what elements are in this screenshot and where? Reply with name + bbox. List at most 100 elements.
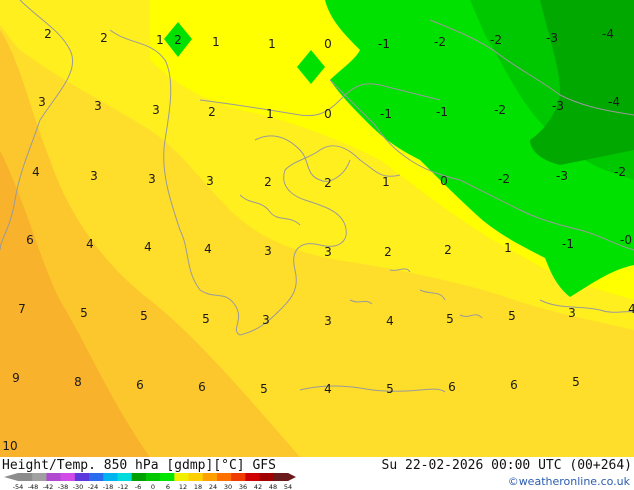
legend-swatch [160,473,175,481]
temp-value-label: 3 [206,174,214,188]
temp-value-label: 3 [324,245,332,259]
temp-value-label: -3 [552,99,564,113]
legend-swatch [18,473,33,481]
temp-value-label: 4 [204,242,212,256]
temp-value-label: -4 [608,95,620,109]
legend-tick-label: 0 [151,483,155,490]
temp-value-label: 3 [324,314,332,328]
legend-tick-label: 54 [284,483,292,490]
temp-value-label: -1 [380,107,392,121]
legend-tick-label: 6 [166,483,170,490]
temp-value-label: 0 [440,174,448,188]
legend-swatch [245,473,261,481]
temp-value-label: 6 [26,233,34,247]
temp-value-label: 5 [202,312,210,326]
temp-value-label: 2 [384,245,392,259]
temp-value-label: 1 [212,35,220,49]
temp-value-label: -4 [602,27,614,41]
credit-link[interactable]: ©weatheronline.co.uk [508,475,630,488]
temp-value-label: -2 [434,35,446,49]
legend-tick-label: 12 [179,483,187,490]
temp-value-label: 4 [144,240,152,254]
temp-value-label: 5 [140,309,148,323]
temp-value-label: 2 [444,243,452,257]
legend-swatch [89,473,104,481]
temp-value-label: 5 [80,306,88,320]
temp-value-label: 8 [74,375,82,389]
temp-value-label: 2 [174,33,182,47]
temp-value-label: -0 [620,233,632,247]
legend-tick-label: -24 [88,483,99,490]
legend-swatch [117,473,133,481]
temp-value-label: 5 [508,309,516,323]
legend-tick-label: 42 [254,483,262,490]
temp-value-label: -2 [614,165,626,179]
legend-swatch [188,473,204,481]
footer-bar: Height/Temp. 850 hPa [gdmp][°C] GFS Su 2… [0,457,634,490]
temp-value-label: 2 [208,105,216,119]
legend-swatch [32,473,47,481]
temp-value-label: 0 [324,37,332,51]
temp-value-label: 0 [324,107,332,121]
temp-value-label: -1 [562,237,574,251]
legend-tick-label: -12 [118,483,129,490]
legend-swatch [46,473,62,481]
temp-value-label: 1 [382,175,390,189]
temp-value-label: 3 [262,313,270,327]
map-datetime: Su 22-02-2026 00:00 UTC (00+264) [381,458,632,473]
temp-value-label: 9 [12,371,20,385]
temp-value-label: 5 [386,382,394,396]
legend-tick-labels: -54 -48 -42 -38 -30 -24 -18 -12 -6 0 6 12 18 24 30 36 42… [13,483,292,490]
temp-value-label: 4 [86,237,94,251]
temp-value-label: 6 [198,380,206,394]
temp-value-label: -3 [556,169,568,183]
temp-value-label: 2 [264,175,272,189]
temp-value-label: 3 [38,95,46,109]
legend-tick-label: 30 [224,483,232,490]
temp-value-label: 10 [2,439,17,453]
temp-value-label: -1 [436,105,448,119]
temp-value-label: 3 [568,306,576,320]
legend-colorbar [4,473,296,481]
temp-value-label: 4 [386,314,394,328]
legend-swatch [103,473,118,481]
temp-value-label: 3 [152,103,160,117]
legend-swatch [216,473,232,481]
legend-swatch [131,473,147,481]
legend-tick-label: 48 [269,483,277,490]
temp-value-label: 4 [32,165,40,179]
legend-tick-label: 24 [209,483,217,490]
legend-swatch [273,473,289,481]
temp-value-label: 3 [90,169,98,183]
legend-tick-label: -42 [43,483,54,490]
temp-value-label: 1 [266,107,274,121]
legend-swatch [74,473,90,481]
legend-tick-label: 36 [239,483,247,490]
temp-value-label: 4 [324,382,332,396]
weather-map: 2 2 1 2 1 1 0 -1 -2 -2 -3 -4 3 3 3 2 1 0 -1 -1 -2 -3 -4 4 3 3 3 2 2 1… [0,0,634,490]
temp-value-label: 2 [100,31,108,45]
temp-value-label: 2 [44,27,52,41]
legend-swatch [202,473,218,481]
temp-value-label: 6 [136,378,144,392]
temp-value-label: -1 [378,37,390,51]
temp-value-label: 3 [148,172,156,186]
legend-tick-label: -30 [73,483,84,490]
legend-tick-label: -54 [13,483,24,490]
temp-value-label: -3 [546,31,558,45]
temp-value-label: -2 [494,103,506,117]
legend-swatch [174,473,190,481]
temp-value-label: 1 [504,241,512,255]
temp-value-label: 3 [94,99,102,113]
legend-swatch [259,473,275,481]
temperature-field: 2 2 1 2 1 1 0 -1 -2 -2 -3 -43 3 3 2 1 0 -1 -1 -2 -3 -44 3 3 3 2 2 1… [0,0,634,457]
legend-tick-label: 18 [194,483,202,490]
legend-tick-label: -38 [58,483,69,490]
temp-value-label: 6 [510,378,518,392]
legend-tick-label: -48 [28,483,39,490]
legend-tick-label: -18 [103,483,114,490]
legend-swatch [60,473,76,481]
temp-value-label: 5 [446,312,454,326]
legend-swatch [231,473,246,481]
legend-arrow-right [288,473,296,481]
